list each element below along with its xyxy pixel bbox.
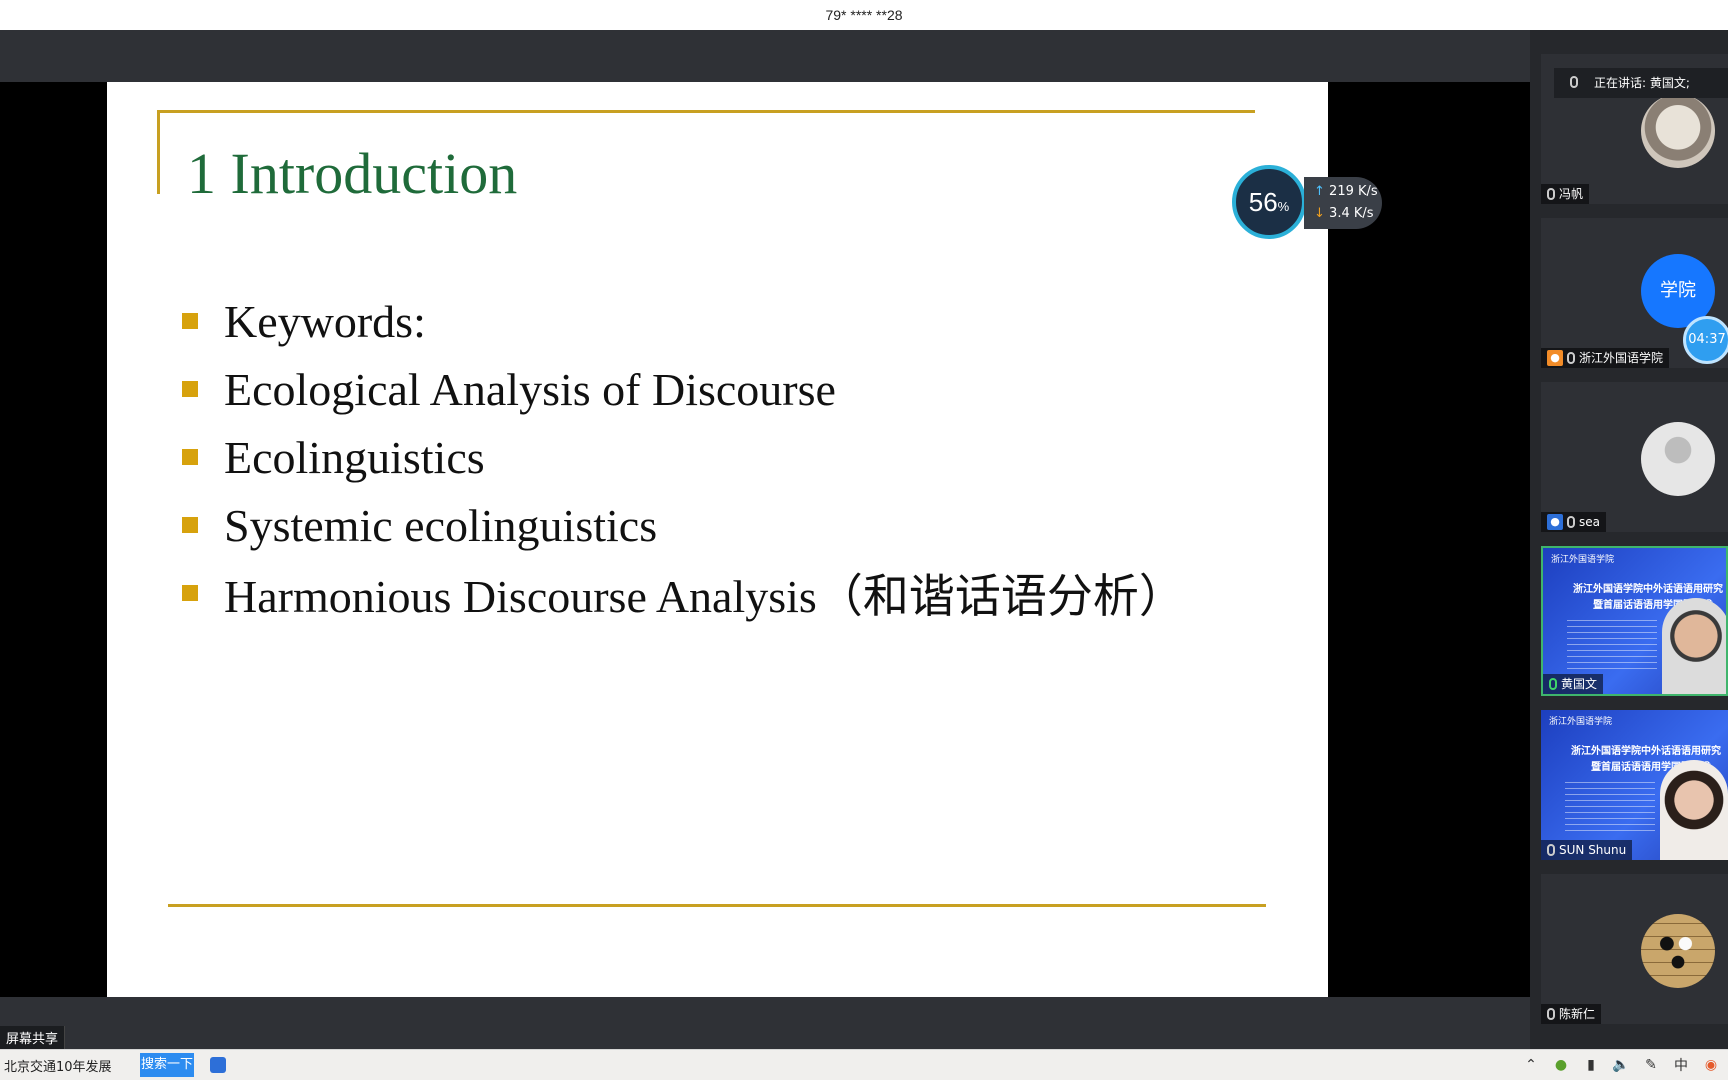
network-speeds: ↑ 219 K/s ↓ 3.4 K/s <box>1304 177 1382 229</box>
bullet-item: Systemic ecolinguistics <box>182 491 1185 559</box>
bullet-item: Ecological Analysis of Discourse <box>182 355 1185 423</box>
participant-name-bar: 陈新仁 <box>1541 1004 1602 1024</box>
ime-icon[interactable]: 中 <box>1672 1055 1690 1075</box>
timer-badge: 04:37 <box>1683 316 1728 364</box>
default-avatar-icon <box>1641 422 1715 496</box>
participant-name: 浙江外国语学院 <box>1579 351 1664 365</box>
bullet-square-icon <box>182 449 198 465</box>
search-button[interactable]: 搜索一下 <box>140 1053 194 1077</box>
upload-speed: 219 K/s <box>1329 184 1378 199</box>
banner-line-1: 浙江外国语学院中外话语语用研究 <box>1573 584 1723 595</box>
network-usage-ring: 56% <box>1232 165 1306 239</box>
system-tray: ⌃ ● ▮ 🔈 ✎ 中 ◉ <box>1522 1055 1720 1075</box>
bullet-square-icon <box>182 381 198 397</box>
participant-name-bar: SUN Shunu <box>1541 840 1633 860</box>
participant-tile[interactable]: 学院 04:37 ● 浙江外国语学院 <box>1541 218 1728 368</box>
windows-taskbar: 北京交通10年发展 搜索一下 ⌃ ● ▮ 🔈 ✎ 中 ◉ <box>0 1049 1728 1080</box>
volume-icon[interactable]: 🔈 <box>1612 1057 1630 1073</box>
banner-org: 浙江外国语学院 <box>1549 717 1613 727</box>
mic-muted-icon <box>1567 516 1575 528</box>
banner-text-lines <box>1567 620 1657 670</box>
mic-muted-icon <box>1547 1008 1555 1020</box>
user-icon: ● <box>1547 514 1563 530</box>
bottom-toolbar-area <box>0 997 1530 1049</box>
network-icon[interactable]: ● <box>1552 1057 1570 1073</box>
banner-org: 浙江外国语学院 <box>1551 555 1615 565</box>
speaking-indicator: 正在讲话: 黄国文; <box>1554 68 1728 98</box>
bullet-item: Keywords: <box>182 287 1185 355</box>
bullet-item: Ecolinguistics <box>182 423 1185 491</box>
chevron-up-icon[interactable]: ⌃ <box>1522 1057 1540 1073</box>
participant-name-bar: 黄国文 <box>1543 674 1604 694</box>
bullet-text: Ecolinguistics <box>224 431 485 483</box>
bullet-text: Harmonious Discourse Analysis（和谐话语分析） <box>224 571 1185 622</box>
slide-top-rule <box>157 110 1255 113</box>
mic-active-icon <box>1549 678 1557 690</box>
battery-icon[interactable]: ▮ <box>1582 1057 1600 1073</box>
download-speed: 3.4 K/s <box>1329 206 1374 221</box>
avatar <box>1641 914 1715 988</box>
participant-tile-active-speaker[interactable]: 浙江外国语学院 浙江外国语学院中外话语语用研究 暨首届话语语用学国际学术 黄国文 <box>1541 546 1728 696</box>
participant-name: SUN Shunu <box>1559 843 1627 857</box>
download-arrow-icon: ↓ <box>1314 206 1325 221</box>
participant-name-bar: ● sea <box>1541 512 1606 532</box>
slide-bottom-rule <box>168 904 1266 907</box>
slide-bullet-list: Keywords: Ecological Analysis of Discour… <box>182 287 1185 627</box>
screen-share-label: 屏幕共享 <box>0 1026 66 1049</box>
upload-arrow-icon: ↑ <box>1314 184 1325 199</box>
participant-name-bar: ● 浙江外国语学院 <box>1541 348 1670 368</box>
mic-muted-icon <box>1567 352 1575 364</box>
participant-name: 冯帆 <box>1559 187 1584 201</box>
banner-line-1: 浙江外国语学院中外话语语用研究 <box>1571 746 1721 757</box>
network-percent-unit: % <box>1277 199 1290 214</box>
user-icon: ● <box>1547 350 1563 366</box>
mic-muted-icon <box>1547 844 1555 856</box>
participant-name: 陈新仁 <box>1559 1007 1596 1021</box>
slide-left-rule <box>157 110 160 194</box>
window-title: 79* **** **28 <box>0 0 1728 30</box>
video-person <box>1662 598 1726 694</box>
bullet-text: Systemic ecolinguistics <box>224 499 658 551</box>
news-ticker[interactable]: 北京交通10年发展 <box>4 1056 112 1075</box>
video-background: 浙江外国语学院 浙江外国语学院中外话语语用研究 暨首届话语语用学国际学术 <box>1541 710 1728 860</box>
participant-tile[interactable]: 浙江外国语学院 浙江外国语学院中外话语语用研究 暨首届话语语用学国际学术 SUN… <box>1541 710 1728 860</box>
banner-text-lines <box>1565 782 1655 832</box>
network-percent: 56 <box>1248 187 1278 217</box>
participant-sidebar: 冯帆 正在讲话: 黄国文; 学院 04:37 ● 浙江外国语学院 ● sea 浙江外… <box>1530 30 1728 1049</box>
participant-name: 黄国文 <box>1561 677 1598 691</box>
mic-icon <box>1570 76 1578 88</box>
pen-icon[interactable]: ✎ <box>1642 1057 1660 1073</box>
slide-title: 1 Introduction <box>187 141 518 206</box>
meeting-app-icon[interactable] <box>210 1057 226 1073</box>
bullet-item: Harmonious Discourse Analysis（和谐话语分析） <box>182 559 1185 627</box>
presentation-slide: 1 Introduction Keywords: Ecological Anal… <box>107 82 1328 997</box>
app-icon[interactable]: ◉ <box>1702 1057 1720 1073</box>
participant-tile[interactable]: ● sea <box>1541 382 1728 532</box>
video-person <box>1660 760 1728 860</box>
bullet-text: Ecological Analysis of Discourse <box>224 363 836 415</box>
network-speed-widget[interactable]: 56% ↑ 219 K/s ↓ 3.4 K/s <box>1232 165 1384 239</box>
mic-muted-icon <box>1547 188 1555 200</box>
avatar <box>1641 94 1715 168</box>
participant-name-bar: 冯帆 <box>1541 184 1590 204</box>
bullet-square-icon <box>182 517 198 533</box>
bullet-square-icon <box>182 313 198 329</box>
speaking-text: 正在讲话: 黄国文; <box>1594 76 1690 90</box>
participant-name: sea <box>1579 515 1600 529</box>
bullet-square-icon <box>182 585 198 601</box>
top-toolbar-area <box>0 30 1530 82</box>
bullet-text: Keywords: <box>224 295 426 347</box>
participant-tile[interactable]: 陈新仁 <box>1541 874 1728 1024</box>
